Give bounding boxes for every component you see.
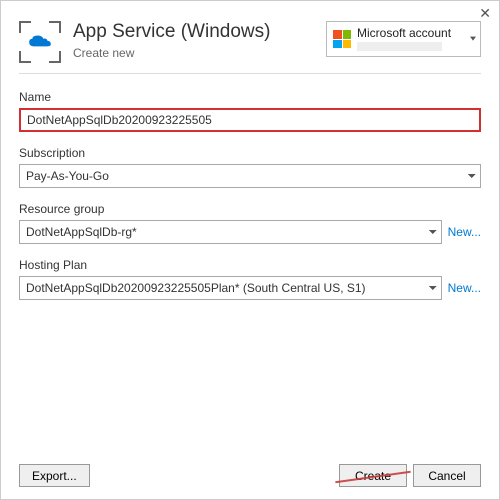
app-service-dialog: ✕ App Service (Windows) Create new Micro… <box>0 0 500 500</box>
dialog-footer: Export... Create Cancel <box>19 464 481 487</box>
dialog-subtitle: Create new <box>73 46 314 60</box>
subscription-select[interactable]: Pay-As-You-Go <box>19 164 481 188</box>
account-label: Microsoft account <box>357 27 451 40</box>
subscription-label: Subscription <box>19 146 481 160</box>
account-email-redacted <box>357 42 442 51</box>
field-hosting-plan: Hosting Plan DotNetAppSqlDb2020092322550… <box>19 258 481 300</box>
dialog-title: App Service (Windows) <box>73 21 314 44</box>
hosting-plan-label: Hosting Plan <box>19 258 481 272</box>
resource-group-label: Resource group <box>19 202 481 216</box>
footer-button-group: Create Cancel <box>339 464 481 487</box>
field-subscription: Subscription Pay-As-You-Go <box>19 146 481 188</box>
account-selector[interactable]: Microsoft account <box>326 21 481 57</box>
resource-group-new-link[interactable]: New... <box>448 225 481 239</box>
microsoft-logo-icon <box>333 30 351 48</box>
cancel-button[interactable]: Cancel <box>413 464 481 487</box>
export-button[interactable]: Export... <box>19 464 90 487</box>
field-resource-group: Resource group DotNetAppSqlDb-rg* New... <box>19 202 481 244</box>
divider <box>19 73 481 74</box>
name-label: Name <box>19 90 481 104</box>
create-button[interactable]: Create <box>339 464 407 487</box>
field-name: Name <box>19 90 481 132</box>
hosting-plan-new-link[interactable]: New... <box>448 281 481 295</box>
hosting-plan-select[interactable]: DotNetAppSqlDb20200923225505Plan* (South… <box>19 276 442 300</box>
close-icon[interactable]: ✕ <box>479 5 491 22</box>
account-text: Microsoft account <box>357 27 451 51</box>
title-block: App Service (Windows) Create new <box>73 21 314 60</box>
resource-group-select[interactable]: DotNetAppSqlDb-rg* <box>19 220 442 244</box>
name-input[interactable] <box>19 108 481 132</box>
create-button-wrap: Create <box>339 464 407 487</box>
dialog-header: App Service (Windows) Create new Microso… <box>19 21 481 63</box>
cloud-icon <box>19 21 61 63</box>
